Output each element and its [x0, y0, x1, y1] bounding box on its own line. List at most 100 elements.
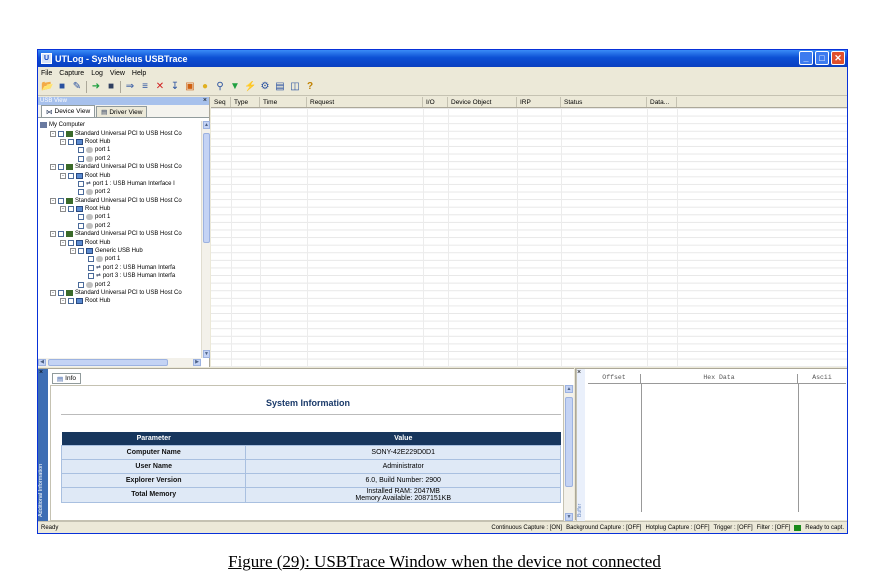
- tree-node[interactable]: My Computer: [38, 121, 201, 129]
- expander-icon[interactable]: -: [50, 290, 56, 296]
- report-icon[interactable]: ▤: [274, 81, 286, 93]
- open-icon[interactable]: 📂: [41, 81, 53, 93]
- expander-icon[interactable]: -: [70, 248, 76, 255]
- tree-checkbox[interactable]: [68, 239, 74, 246]
- col-type[interactable]: Type: [231, 97, 260, 107]
- scroll-thumb[interactable]: [565, 397, 573, 487]
- tree-node[interactable]: - Generic USB Hub: [38, 247, 201, 255]
- scroll-thumb[interactable]: [203, 133, 210, 243]
- col-irp[interactable]: IRP: [517, 97, 561, 107]
- close-button[interactable]: ✕: [831, 51, 845, 65]
- maximize-button[interactable]: □: [815, 51, 829, 65]
- tree-checkbox[interactable]: [88, 264, 94, 271]
- additional-info-side-label[interactable]: Additional Information: [38, 369, 48, 521]
- scroll-thumb[interactable]: [48, 359, 168, 366]
- menu-help[interactable]: Help: [132, 70, 146, 77]
- scroll-up-icon[interactable]: ▲: [565, 385, 573, 393]
- col-seq[interactable]: Seq: [211, 97, 231, 107]
- tree-node[interactable]: port 1: [38, 213, 201, 221]
- tree-checkbox[interactable]: [58, 130, 64, 137]
- menu-log[interactable]: Log: [91, 70, 103, 77]
- tab-info[interactable]: ▤ Info: [52, 373, 81, 384]
- expander-icon[interactable]: -: [50, 164, 56, 171]
- tree-checkbox[interactable]: [68, 298, 74, 305]
- tree-vertical-scrollbar[interactable]: ▲ ▼: [201, 121, 210, 358]
- tree-checkbox[interactable]: [58, 197, 64, 204]
- start-icon[interactable]: ➜: [90, 81, 102, 93]
- scroll-down-icon[interactable]: ▼: [203, 350, 210, 358]
- title-bar[interactable]: U UTLog - SysNucleus USBTrace _ □ ✕: [38, 50, 847, 67]
- tree-node[interactable]: - Standard Universal PCI to USB Host Co: [38, 163, 201, 171]
- tree-node[interactable]: port 2: [38, 280, 201, 288]
- save-icon[interactable]: ■: [56, 81, 68, 93]
- tree-checkbox[interactable]: [68, 172, 74, 179]
- insert-icon[interactable]: ⇒: [124, 81, 136, 93]
- expander-icon[interactable]: -: [50, 130, 56, 137]
- buffer-side-label[interactable]: Buffer: [576, 369, 585, 521]
- expander-icon[interactable]: -: [60, 298, 66, 305]
- col-hex-data[interactable]: Hex Data: [641, 374, 798, 383]
- tree-node[interactable]: - Root Hub: [38, 297, 201, 305]
- trace-grid-body[interactable]: [211, 108, 847, 367]
- tree-checkbox[interactable]: [78, 281, 84, 288]
- stop-icon[interactable]: ■: [105, 81, 117, 93]
- tree-checkbox[interactable]: [88, 256, 94, 263]
- tree-checkbox[interactable]: [88, 273, 94, 280]
- scroll-down-icon[interactable]: ▼: [565, 513, 573, 521]
- scroll-right-icon[interactable]: ▶: [193, 359, 201, 366]
- tree-node[interactable]: port 2: [38, 222, 201, 230]
- tree-horizontal-scrollbar[interactable]: ◀ ▶: [38, 358, 201, 367]
- tree-checkbox[interactable]: [78, 155, 84, 162]
- tree-checkbox[interactable]: [78, 180, 84, 187]
- tree-node[interactable]: - Standard Universal PCI to USB Host Co: [38, 230, 201, 238]
- tab-device-view[interactable]: ⋈ Device View: [41, 105, 96, 117]
- tree-checkbox[interactable]: [68, 138, 74, 145]
- tree-checkbox[interactable]: [58, 231, 64, 238]
- minimize-button[interactable]: _: [799, 51, 813, 65]
- expander-icon[interactable]: -: [50, 197, 56, 204]
- tree-checkbox[interactable]: [78, 214, 84, 221]
- funnel-icon[interactable]: ▼: [229, 81, 241, 93]
- delete-icon[interactable]: ✕: [154, 81, 166, 93]
- device-icon[interactable]: ⚙: [259, 81, 271, 93]
- tree-node[interactable]: - Standard Universal PCI to USB Host Co: [38, 289, 201, 297]
- tree-node[interactable]: port 2: [38, 188, 201, 196]
- tree-node[interactable]: - Root Hub: [38, 238, 201, 246]
- help-icon[interactable]: ?: [304, 81, 316, 93]
- scroll-left-icon[interactable]: ◀: [38, 359, 46, 366]
- tree-node[interactable]: port 1: [38, 146, 201, 154]
- tree-node[interactable]: - Root Hub: [38, 205, 201, 213]
- edit-icon[interactable]: ✎: [71, 81, 83, 93]
- col-io[interactable]: I/O: [423, 97, 448, 107]
- tree-node[interactable]: ⮂ port 2 : USB Human Interfa: [38, 264, 201, 272]
- tree-checkbox[interactable]: [78, 222, 84, 229]
- expander-icon[interactable]: -: [60, 206, 66, 213]
- bulb-icon[interactable]: ●: [199, 81, 211, 93]
- col-time[interactable]: Time: [260, 97, 307, 107]
- tree-checkbox[interactable]: [78, 248, 84, 255]
- tab-driver-view[interactable]: ▤ Driver View: [96, 106, 148, 117]
- expander-icon[interactable]: -: [60, 138, 66, 145]
- export-icon[interactable]: ◫: [289, 81, 301, 93]
- search-icon[interactable]: ⚲: [214, 81, 226, 93]
- expander-icon[interactable]: -: [60, 239, 66, 246]
- col-data[interactable]: Data...: [647, 97, 677, 107]
- col-status[interactable]: Status: [561, 97, 647, 107]
- col-device-object[interactable]: Device Object: [448, 97, 517, 107]
- download-icon[interactable]: ↧: [169, 81, 181, 93]
- menu-capture[interactable]: Capture: [59, 70, 84, 77]
- expander-icon[interactable]: -: [60, 172, 66, 179]
- expander-icon[interactable]: -: [50, 231, 56, 238]
- tree-checkbox[interactable]: [58, 290, 64, 296]
- col-ascii[interactable]: Ascii: [798, 374, 846, 383]
- tree-node[interactable]: port 2: [38, 155, 201, 163]
- filter-list-icon[interactable]: ≡: [139, 81, 151, 93]
- tree-checkbox[interactable]: [58, 164, 64, 171]
- trigger-icon[interactable]: ⚡: [244, 81, 256, 93]
- info-vertical-scrollbar[interactable]: ▲ ▼: [564, 385, 574, 521]
- tree-node[interactable]: port 1: [38, 255, 201, 263]
- tree-node[interactable]: - Standard Universal PCI to USB Host Co: [38, 129, 201, 137]
- col-offset[interactable]: Offset: [588, 374, 641, 383]
- col-request[interactable]: Request: [307, 97, 423, 107]
- tree-node[interactable]: - Root Hub: [38, 138, 201, 146]
